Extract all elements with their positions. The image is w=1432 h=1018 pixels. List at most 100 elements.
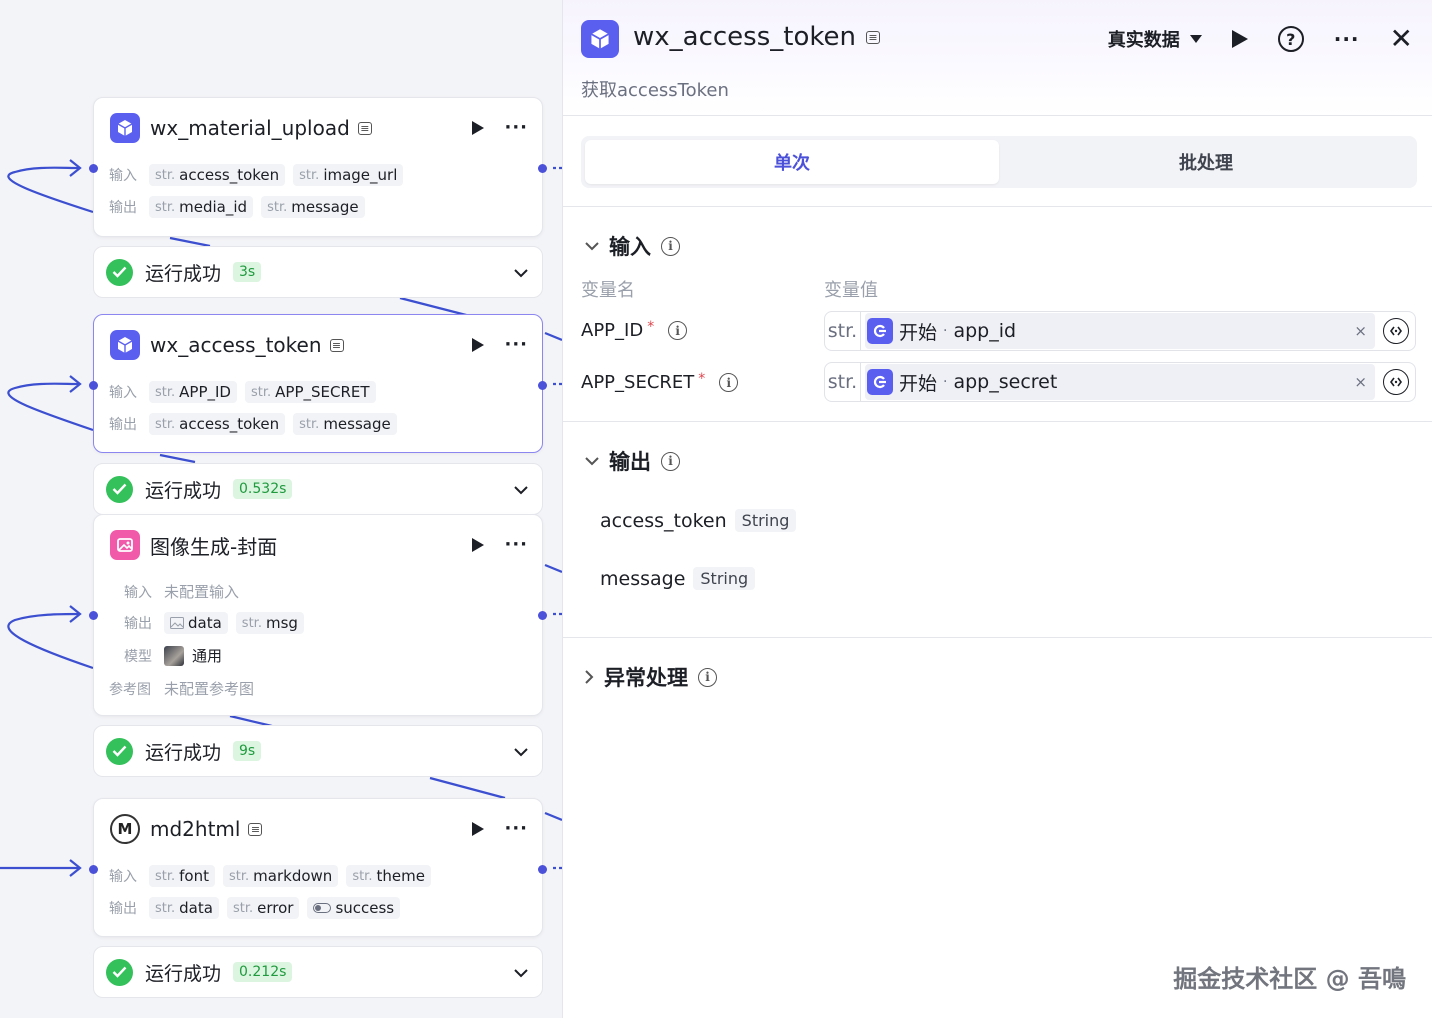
caret-down-icon (1189, 35, 1202, 43)
node-image-generation-cover[interactable]: 图像生成-封面 ··· 输入 未配置输入 输出 data str. msg 模型 … (89, 514, 547, 716)
output-label: 输出 (124, 616, 152, 632)
code-icon: ≡ (357, 121, 372, 135)
more-options-icon[interactable]: ··· (504, 820, 528, 838)
panel-title: wx_access_token (633, 22, 856, 52)
more-options-icon[interactable]: ··· (504, 536, 528, 554)
input-port[interactable] (89, 381, 98, 390)
info-icon[interactable]: i (661, 451, 680, 471)
variable-reference[interactable]: 开始 · app_secret × (865, 364, 1375, 400)
section-title: 异常处理 (604, 666, 688, 690)
status-text: 运行成功 (145, 741, 222, 764)
more-options-icon[interactable]: ··· (504, 336, 528, 354)
cube-icon (110, 330, 140, 360)
input-port[interactable] (89, 611, 98, 620)
run-node-button[interactable] (472, 822, 485, 836)
run-node-button[interactable] (472, 121, 485, 135)
node-wx-material-upload[interactable]: wx_material_upload ≡ ··· 输入 str. access_t… (89, 97, 547, 237)
info-icon[interactable]: i (668, 321, 688, 340)
run-node-button[interactable] (472, 538, 485, 552)
more-options-icon[interactable]: ··· (1334, 29, 1360, 49)
chevron-down-icon[interactable] (514, 963, 528, 982)
var-name-app-id: APP_ID * i (581, 319, 688, 341)
check-circle-icon (106, 958, 133, 986)
variable-picker-icon[interactable] (1383, 318, 1409, 344)
input-chip: str. image_url (293, 164, 404, 186)
divider (563, 206, 1432, 207)
duration-badge: 0.212s (233, 962, 293, 982)
run-status-bar[interactable]: 运行成功 3s (93, 246, 543, 298)
node-md2html[interactable]: M md2html ≡ ··· 输入 str. font str. markdown… (89, 798, 547, 937)
check-circle-icon (106, 475, 133, 503)
status-text: 运行成功 (145, 962, 222, 985)
output-port[interactable] (538, 611, 547, 620)
duration-badge: 0.532s (233, 479, 293, 499)
start-node-icon (867, 369, 893, 395)
info-icon[interactable]: i (698, 667, 717, 687)
chevron-down-icon[interactable] (514, 480, 528, 499)
help-icon[interactable]: ? (1277, 26, 1304, 52)
node-title: wx_access_token (150, 333, 322, 357)
output-var: access_token String (600, 509, 797, 532)
input-port[interactable] (89, 865, 98, 874)
input-port[interactable] (89, 164, 98, 173)
type-label: str. (825, 363, 861, 401)
output-section-header[interactable]: 输出 i (585, 446, 680, 476)
duration-badge: 3s (233, 262, 262, 282)
status-text: 运行成功 (145, 479, 222, 502)
ref-empty-text: 未配置参考图 (164, 680, 255, 698)
input-label: 输入 (109, 869, 137, 885)
model-thumbnail-icon (164, 645, 184, 666)
image-icon (110, 530, 140, 560)
run-status-bar[interactable]: 运行成功 0.532s (93, 463, 543, 515)
input-chip: str. theme (346, 865, 431, 887)
code-icon: ≡ (865, 30, 880, 44)
output-port[interactable] (538, 381, 547, 390)
node-wx-access-token[interactable]: wx_access_token ≡ ··· 输入 str. APP_ID str.… (89, 314, 547, 453)
info-icon[interactable]: i (719, 373, 739, 392)
output-chip: success (307, 897, 401, 919)
var-value-field[interactable]: str. 开始 · app_id × (824, 311, 1416, 351)
node-detail-panel: wx_access_token ≡ 获取accessToken 真实数据 ? ·… (562, 0, 1432, 1018)
output-chip: str. message (261, 196, 365, 218)
check-circle-icon (106, 737, 133, 765)
workflow-canvas[interactable]: wx_material_upload ≡ ··· 输入 str. access_t… (0, 0, 562, 1018)
node-model: 模型 通用 (124, 645, 222, 666)
input-empty-text: 未配置输入 (164, 583, 240, 601)
run-node-button[interactable] (472, 338, 485, 352)
tab-single[interactable]: 单次 (585, 140, 999, 184)
output-port[interactable] (538, 865, 547, 874)
column-header-name: 变量名 (581, 280, 635, 301)
chevron-down-icon[interactable] (514, 263, 528, 282)
input-chip: str. APP_SECRET (244, 381, 376, 403)
close-icon[interactable]: ✕ (1390, 25, 1413, 53)
output-chip: data (164, 612, 228, 634)
chevron-down-icon[interactable] (514, 742, 528, 761)
run-button[interactable] (1231, 30, 1248, 48)
clear-icon[interactable]: × (1354, 322, 1367, 340)
input-section-header[interactable]: 输入 i (585, 231, 680, 261)
variable-picker-icon[interactable] (1383, 369, 1409, 395)
var-value-field[interactable]: str. 开始 · app_secret × (824, 362, 1416, 402)
tab-batch[interactable]: 批处理 (999, 140, 1413, 184)
output-type-badge: String (693, 567, 756, 590)
input-chip: str. markdown (223, 865, 339, 887)
chevron-down-icon (585, 241, 599, 250)
output-port[interactable] (538, 164, 547, 173)
node-inputs: 输入 str. font str. markdown str. theme (109, 865, 431, 887)
clear-icon[interactable]: × (1354, 373, 1367, 391)
run-status-bar[interactable]: 运行成功 9s (93, 725, 543, 777)
divider (563, 421, 1432, 422)
run-mode-tabs: 单次 批处理 (581, 136, 1417, 188)
info-icon[interactable]: i (661, 236, 680, 256)
output-label: 输出 (109, 901, 137, 917)
more-options-icon[interactable]: ··· (504, 119, 528, 137)
run-status-bar[interactable]: 运行成功 0.212s (93, 946, 543, 998)
column-header-value: 变量值 (824, 280, 878, 301)
node-inputs: 输入 str. APP_ID str. APP_SECRET (109, 381, 376, 403)
image-type-icon (170, 617, 184, 629)
dataset-select[interactable]: 真实数据 (1108, 26, 1202, 52)
duration-badge: 9s (233, 741, 262, 761)
chevron-down-icon (585, 456, 599, 465)
variable-reference[interactable]: 开始 · app_id × (865, 313, 1375, 349)
exception-section-header[interactable]: 异常处理 i (585, 662, 717, 692)
